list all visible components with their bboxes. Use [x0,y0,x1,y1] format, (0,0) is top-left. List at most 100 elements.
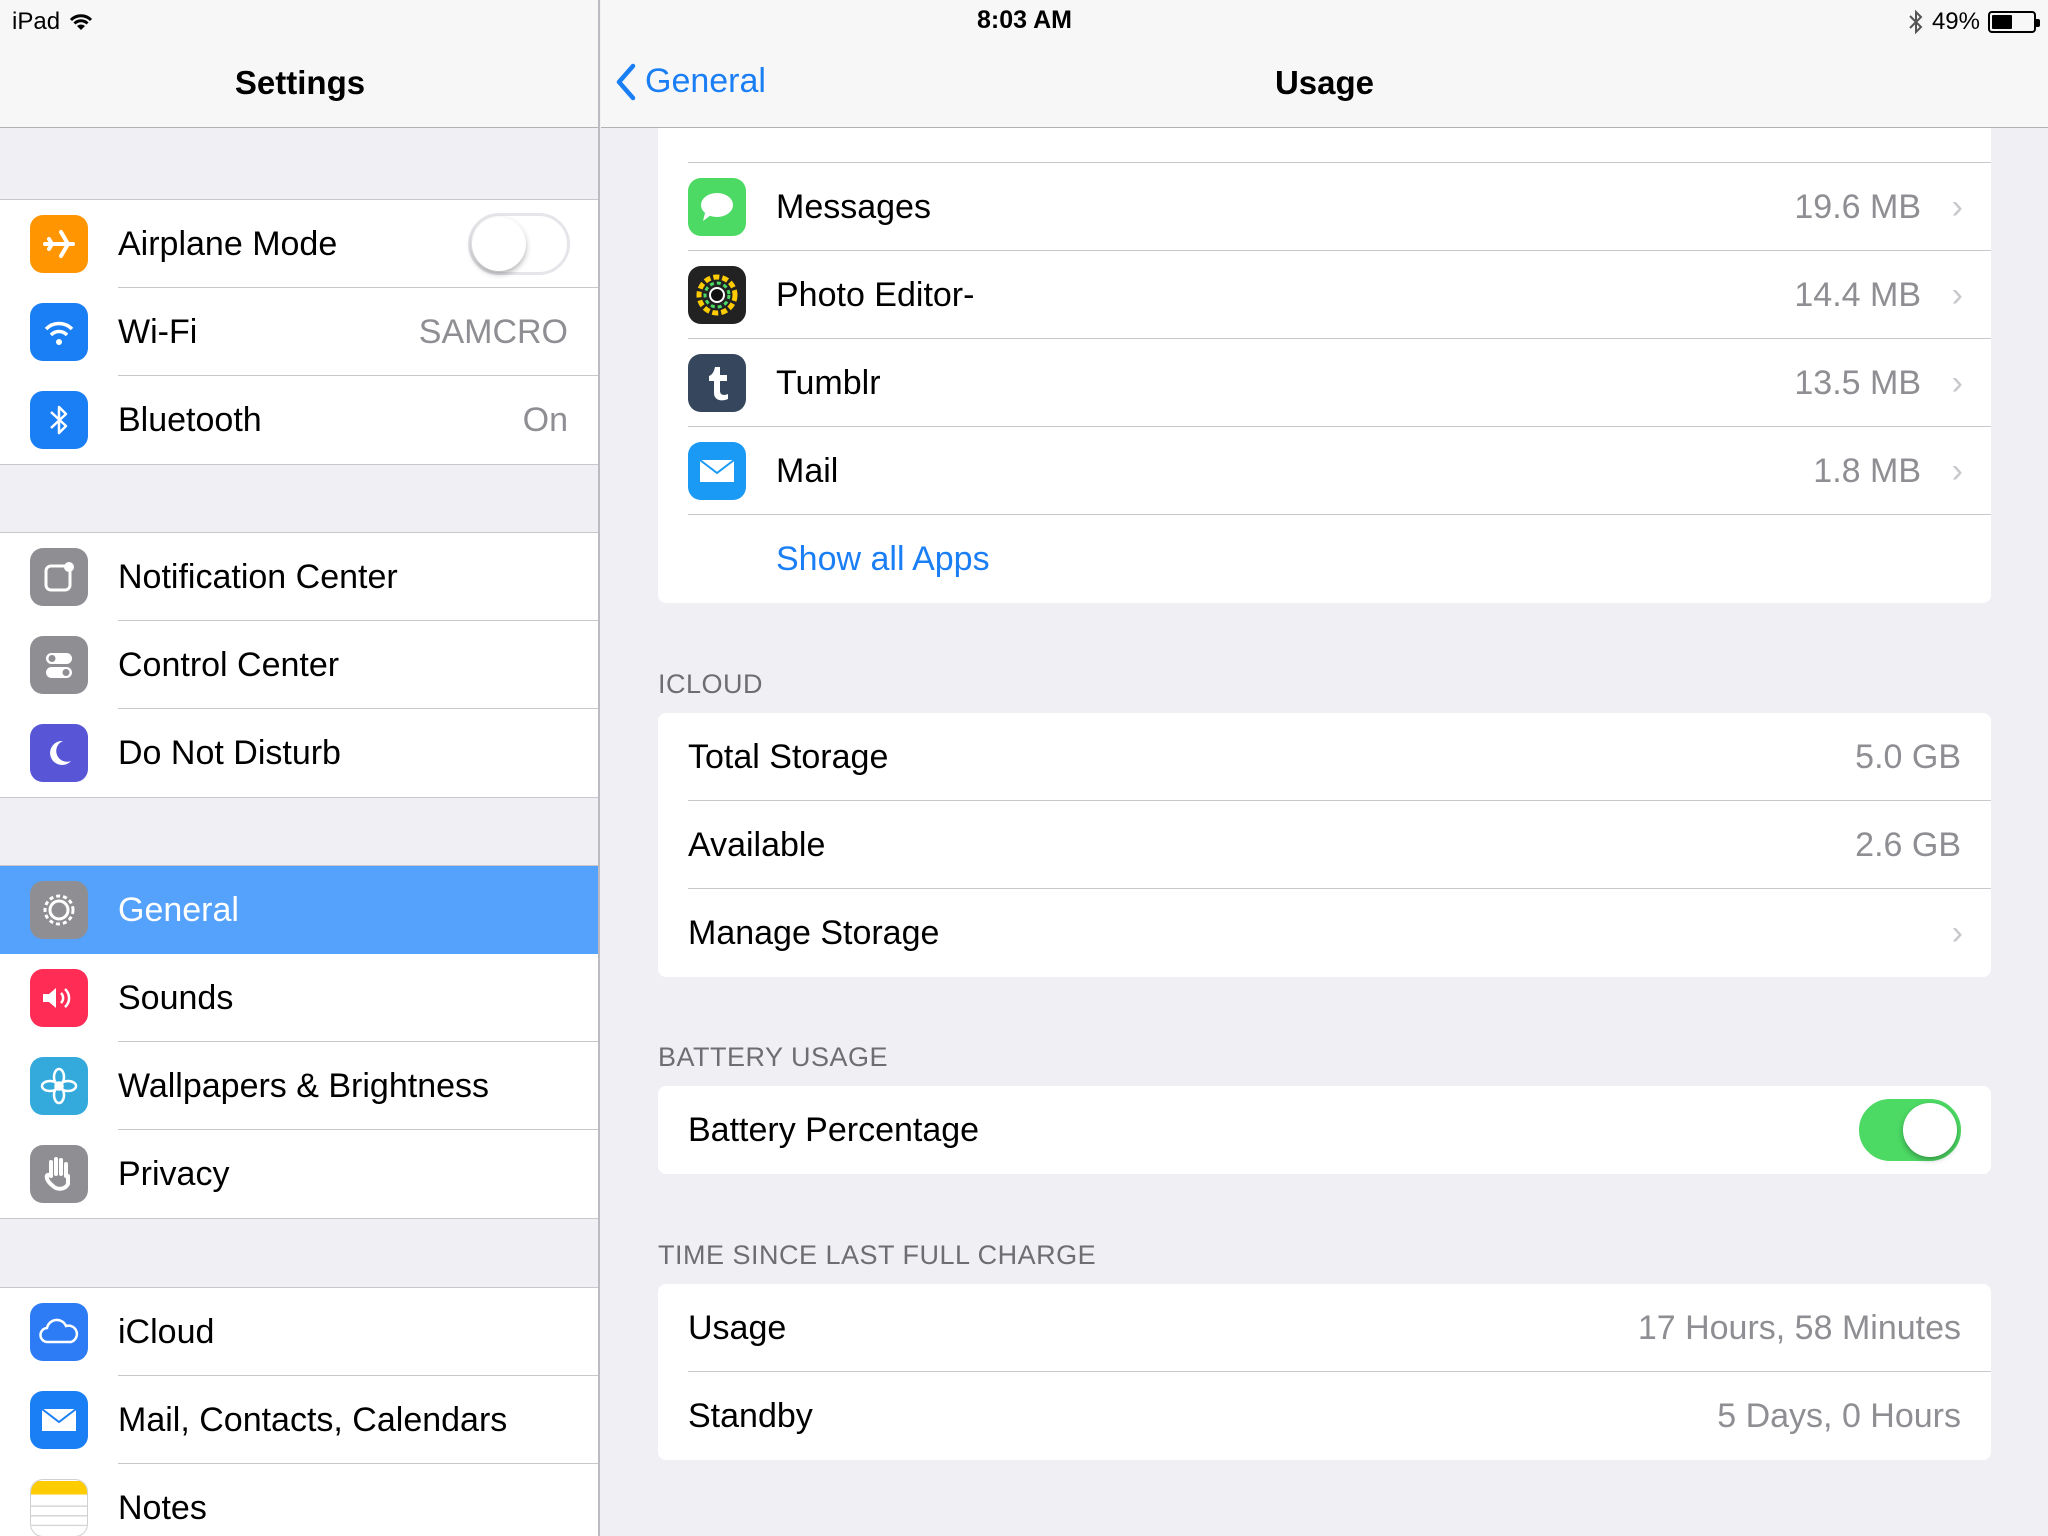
total-storage-row: Total Storage 5.0 GB [658,713,1991,801]
bluetooth-icon [30,391,88,449]
standby-time-value: 5 Days, 0 Hours [1717,1396,1961,1435]
accounts-group: iCloud Mail, Contacts, Calendars Notes [0,1287,598,1536]
mail-icon [688,442,746,500]
sidebar-item-icloud[interactable]: iCloud [0,1288,598,1376]
standby-time-label: Standby [688,1396,813,1435]
moon-icon [30,724,88,782]
status-bar-left: iPad [12,8,94,36]
sidebar-item-label: Privacy [118,1154,230,1193]
sidebar-item-bluetooth[interactable]: Bluetooth On [0,376,598,464]
wifi-network-value: SAMCRO [418,312,568,351]
app-row-messages[interactable]: Messages 19.6 MB › [658,163,1991,251]
show-all-apps-link[interactable]: Show all Apps [776,540,990,579]
airplane-icon [30,215,88,273]
app-name: Messages [776,187,931,226]
sidebar-item-notification-center[interactable]: Notification Center [0,533,598,621]
available-label: Available [688,825,826,864]
envelope-icon [30,1391,88,1449]
apps-storage-card: Messages 19.6 MB › Photo Editor- 14.4 MB… [658,75,1991,603]
bluetooth-status-value: On [522,400,568,439]
system-group: Notification Center Control Center Do No… [0,532,598,798]
sidebar-item-label: Wallpapers & Brightness [118,1066,490,1105]
sidebar-item-label: Wi-Fi [118,312,198,351]
connectivity-group: Airplane Mode Wi-Fi SAMCRO Bluetooth On [0,199,598,465]
flower-icon [30,1057,88,1115]
manage-storage-row[interactable]: Manage Storage › [658,889,1991,977]
app-row-tumblr[interactable]: Tumblr 13.5 MB › [658,339,1991,427]
bluetooth-status-icon [1909,9,1923,35]
chevron-right-icon: › [1951,363,1963,402]
total-storage-label: Total Storage [688,737,889,776]
battery-percentage-toggle[interactable] [1859,1099,1961,1161]
sidebar-item-do-not-disturb[interactable]: Do Not Disturb [0,709,598,797]
tumblr-icon [688,354,746,412]
app-row-mail[interactable]: Mail 1.8 MB › [658,427,1991,515]
notification-center-icon [30,548,88,606]
total-storage-value: 5.0 GB [1855,737,1961,776]
wifi-icon [30,303,88,361]
toggle-knob [472,217,526,271]
chevron-right-icon: › [1951,275,1963,314]
status-time: 8:03 AM [977,6,1072,34]
app-size: 14.4 MB [1794,275,1921,314]
notes-icon [30,1479,88,1536]
sidebar-item-general[interactable]: General [0,866,598,954]
battery-usage-section-header: BATTERY USAGE [658,1042,889,1072]
airplane-mode-toggle[interactable] [468,213,570,275]
device-name: iPad [12,8,61,35]
usage-time-row: Usage 17 Hours, 58 Minutes [658,1284,1991,1372]
app-name: Photo Editor- [776,275,975,314]
gear-icon [30,881,88,939]
usage-detail-pane: 8:03 AM 49% General Usage Messages 19.6 … [601,0,2048,1536]
cloud-icon [30,1303,88,1361]
battery-percentage-row: Battery Percentage [658,1086,1991,1174]
sidebar-item-label: Do Not Disturb [118,733,341,772]
icloud-section-header: ICLOUD [658,669,764,699]
sidebar-item-label: Control Center [118,645,340,684]
sidebar-item-label: Notification Center [118,557,398,596]
battery-percent: 49% [1931,8,1980,35]
sidebar-item-label: Sounds [118,978,234,1017]
toggle-knob [1903,1103,1957,1157]
battery-icon [1988,11,2040,33]
chevron-right-icon: › [1951,913,1963,952]
available-row: Available 2.6 GB [658,801,1991,889]
settings-sidebar: iPad Settings Airplane Mode Wi-Fi SAMCRO… [0,0,600,1536]
charge-time-card: Usage 17 Hours, 58 Minutes Standby 5 Day… [658,1284,1991,1460]
sidebar-item-control-center[interactable]: Control Center [0,621,598,709]
sidebar-item-airplane-mode[interactable]: Airplane Mode [0,200,598,288]
sidebar-item-sounds[interactable]: Sounds [0,954,598,1042]
sidebar-item-label: iCloud [118,1312,215,1351]
sidebar-item-label: Bluetooth [118,400,262,439]
control-center-icon [30,636,88,694]
sidebar-item-label: Airplane Mode [118,224,338,263]
chevron-right-icon: › [1951,187,1963,226]
sidebar-item-label: Notes [118,1488,207,1527]
sidebar-item-label: General [118,890,239,929]
app-row-photo-editor[interactable]: Photo Editor- 14.4 MB › [658,251,1991,339]
sidebar-title: Settings [234,64,366,101]
page-title: Usage [1274,64,1375,101]
sidebar-item-wifi[interactable]: Wi-Fi SAMCRO [0,288,598,376]
sidebar-item-label: Mail, Contacts, Calendars [118,1400,508,1439]
photo-editor-icon [688,266,746,324]
usage-time-label: Usage [688,1308,787,1347]
show-all-apps-row[interactable]: Show all Apps [658,515,1991,603]
battery-usage-card: Battery Percentage [658,1086,1991,1174]
sidebar-header: iPad Settings [0,0,598,128]
app-size: 13.5 MB [1794,363,1921,402]
app-name: Mail [776,451,839,490]
sidebar-item-notes[interactable]: Notes [0,1464,598,1536]
sidebar-item-mail-contacts-calendars[interactable]: Mail, Contacts, Calendars [0,1376,598,1464]
preferences-group: General Sounds Wallpapers & Brightness P… [0,865,598,1219]
standby-time-row: Standby 5 Days, 0 Hours [658,1372,1991,1460]
app-name: Tumblr [776,363,881,402]
app-size: 1.8 MB [1813,451,1921,490]
time-since-charge-section-header: TIME SINCE LAST FULL CHARGE [658,1240,1097,1270]
icloud-card: Total Storage 5.0 GB Available 2.6 GB Ma… [658,713,1991,977]
detail-header: 8:03 AM 49% General Usage [601,0,2048,128]
sidebar-item-wallpapers-brightness[interactable]: Wallpapers & Brightness [0,1042,598,1130]
wifi-signal-icon [69,14,93,30]
sidebar-item-privacy[interactable]: Privacy [0,1130,598,1218]
chevron-right-icon: › [1951,451,1963,490]
